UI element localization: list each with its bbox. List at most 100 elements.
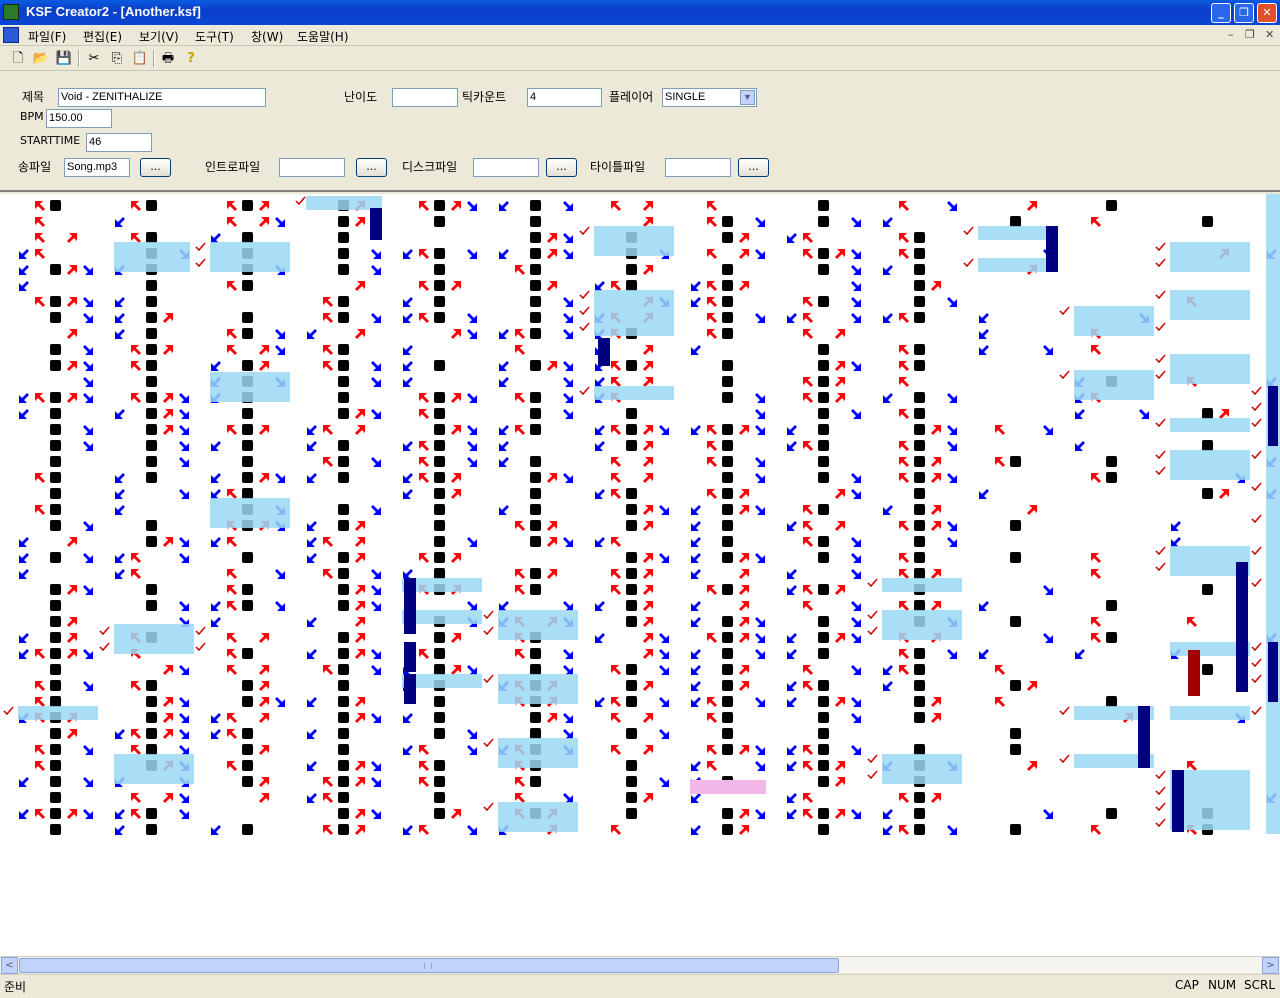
- menu-window[interactable]: 창(W): [251, 28, 283, 45]
- minimize-button[interactable]: _: [1211, 3, 1231, 23]
- right-arrow-note: [355, 409, 365, 419]
- left-arrow-note-shape: [787, 681, 797, 691]
- right-arrow-note: [355, 777, 365, 787]
- right-arrow-note: [947, 537, 957, 547]
- songfile-input[interactable]: Song.mp3: [64, 158, 130, 177]
- app-icon[interactable]: [3, 4, 19, 20]
- right-arrow-note: [179, 745, 189, 755]
- left-arrow-note: [803, 601, 813, 611]
- scroll-thumb[interactable]: [19, 958, 839, 973]
- left-arrow-note-shape: [691, 681, 701, 691]
- starttime-input[interactable]: 46: [86, 133, 152, 152]
- discfile-input[interactable]: [473, 158, 539, 177]
- center-note: [818, 728, 829, 739]
- center-note: [722, 504, 733, 515]
- left-arrow-note-shape: [211, 601, 221, 611]
- scroll-left-button[interactable]: <: [1, 957, 18, 974]
- hold-region: [18, 706, 98, 720]
- menu-file[interactable]: 파일(F): [28, 28, 66, 45]
- check-mark-icon: [1155, 546, 1166, 556]
- step-chart-notes[interactable]: [0, 194, 1280, 956]
- right-arrow-note: [179, 441, 189, 451]
- scroll-right-button[interactable]: >: [1262, 957, 1279, 974]
- center-note: [338, 632, 349, 643]
- left-arrow-note: [611, 377, 621, 387]
- center-note: [434, 664, 445, 675]
- left-arrow-note: [691, 425, 701, 435]
- right-arrow-note: [947, 473, 957, 483]
- difficulty-label: 난이도: [344, 90, 378, 104]
- center-note: [914, 488, 925, 499]
- save-icon[interactable]: 💾: [54, 49, 74, 68]
- center-note: [242, 200, 253, 211]
- left-arrow-note: [515, 569, 525, 579]
- menu-help[interactable]: 도움말(H): [297, 28, 349, 45]
- right-arrow-note-shape: [947, 441, 957, 451]
- titlefile-input[interactable]: [665, 158, 731, 177]
- left-arrow-note: [323, 313, 333, 323]
- menu-tools[interactable]: 도구(T): [195, 28, 234, 45]
- left-arrow-note-shape: [899, 473, 909, 483]
- right-arrow-note: [451, 809, 461, 819]
- right-arrow-note: [259, 201, 269, 211]
- player-select[interactable]: SINGLE ▼: [662, 88, 757, 107]
- center-note: [722, 392, 733, 403]
- help-icon[interactable]: ?: [181, 49, 201, 68]
- center-note: [626, 600, 637, 611]
- introfile-input[interactable]: [279, 158, 345, 177]
- print-icon[interactable]: 🖶: [158, 49, 178, 68]
- title-input[interactable]: Void - ZENITHALIZE: [58, 88, 266, 107]
- new-file-icon[interactable]: 🗋: [8, 49, 28, 68]
- left-arrow-note: [1171, 537, 1181, 547]
- titlefile-browse-button[interactable]: ...: [738, 158, 769, 177]
- right-arrow-note: [947, 825, 957, 835]
- right-arrow-note: [563, 665, 573, 675]
- left-arrow-note-shape: [803, 313, 813, 323]
- left-arrow-note-shape: [595, 441, 605, 451]
- right-arrow-note: [163, 409, 173, 419]
- center-note: [146, 392, 157, 403]
- horizontal-scrollbar[interactable]: < >: [0, 956, 1280, 974]
- bpm-input[interactable]: 150.00: [46, 109, 112, 128]
- discfile-browse-button[interactable]: ...: [546, 158, 577, 177]
- mdi-close-button[interactable]: ✕: [1265, 28, 1274, 41]
- center-note: [338, 408, 349, 419]
- close-button[interactable]: ✕: [1257, 3, 1277, 23]
- right-arrow-note-shape: [355, 521, 365, 531]
- tickcount-input[interactable]: 4: [527, 88, 602, 107]
- open-folder-icon[interactable]: 📂: [31, 49, 51, 68]
- center-note: [626, 696, 637, 707]
- left-arrow-note-shape: [691, 601, 701, 611]
- songfile-browse-button[interactable]: ...: [140, 158, 171, 177]
- left-arrow-note-shape: [419, 409, 429, 419]
- mdi-restore-button[interactable]: ❐: [1245, 28, 1255, 41]
- introfile-browse-button[interactable]: ...: [356, 158, 387, 177]
- right-arrow-note-shape: [739, 665, 749, 675]
- mdi-minimize-button[interactable]: –: [1228, 28, 1234, 41]
- titlefile-label: 타이틀파일: [590, 160, 646, 174]
- restore-button[interactable]: ❐: [1234, 3, 1254, 23]
- left-arrow-note-shape: [499, 457, 509, 467]
- left-arrow-note: [19, 409, 29, 419]
- menu-view[interactable]: 보기(V): [139, 28, 179, 45]
- left-arrow-note: [227, 761, 237, 771]
- left-arrow-note-shape: [115, 329, 125, 339]
- center-note: [530, 472, 541, 483]
- right-arrow-note-shape: [163, 697, 173, 707]
- right-arrow-note-shape: [835, 761, 845, 771]
- left-arrow-note: [883, 681, 893, 691]
- center-note: [338, 584, 349, 595]
- document-icon[interactable]: [3, 27, 19, 43]
- chevron-down-icon[interactable]: ▼: [740, 90, 755, 105]
- left-arrow-note-shape: [707, 281, 717, 291]
- cut-icon[interactable]: ✂: [84, 49, 104, 68]
- menu-bar: 파일(F) 편집(E) 보기(V) 도구(T) 창(W) 도움말(H) – ❐ …: [0, 25, 1280, 46]
- step-chart-canvas[interactable]: [0, 194, 1280, 956]
- right-arrow-note-shape: [547, 233, 557, 243]
- left-arrow-note-shape: [803, 761, 813, 771]
- right-arrow-note: [755, 457, 765, 467]
- paste-icon[interactable]: 📋: [130, 49, 150, 68]
- menu-edit[interactable]: 편집(E): [83, 28, 122, 45]
- difficulty-input[interactable]: [392, 88, 458, 107]
- copy-icon[interactable]: ⎘: [107, 49, 127, 68]
